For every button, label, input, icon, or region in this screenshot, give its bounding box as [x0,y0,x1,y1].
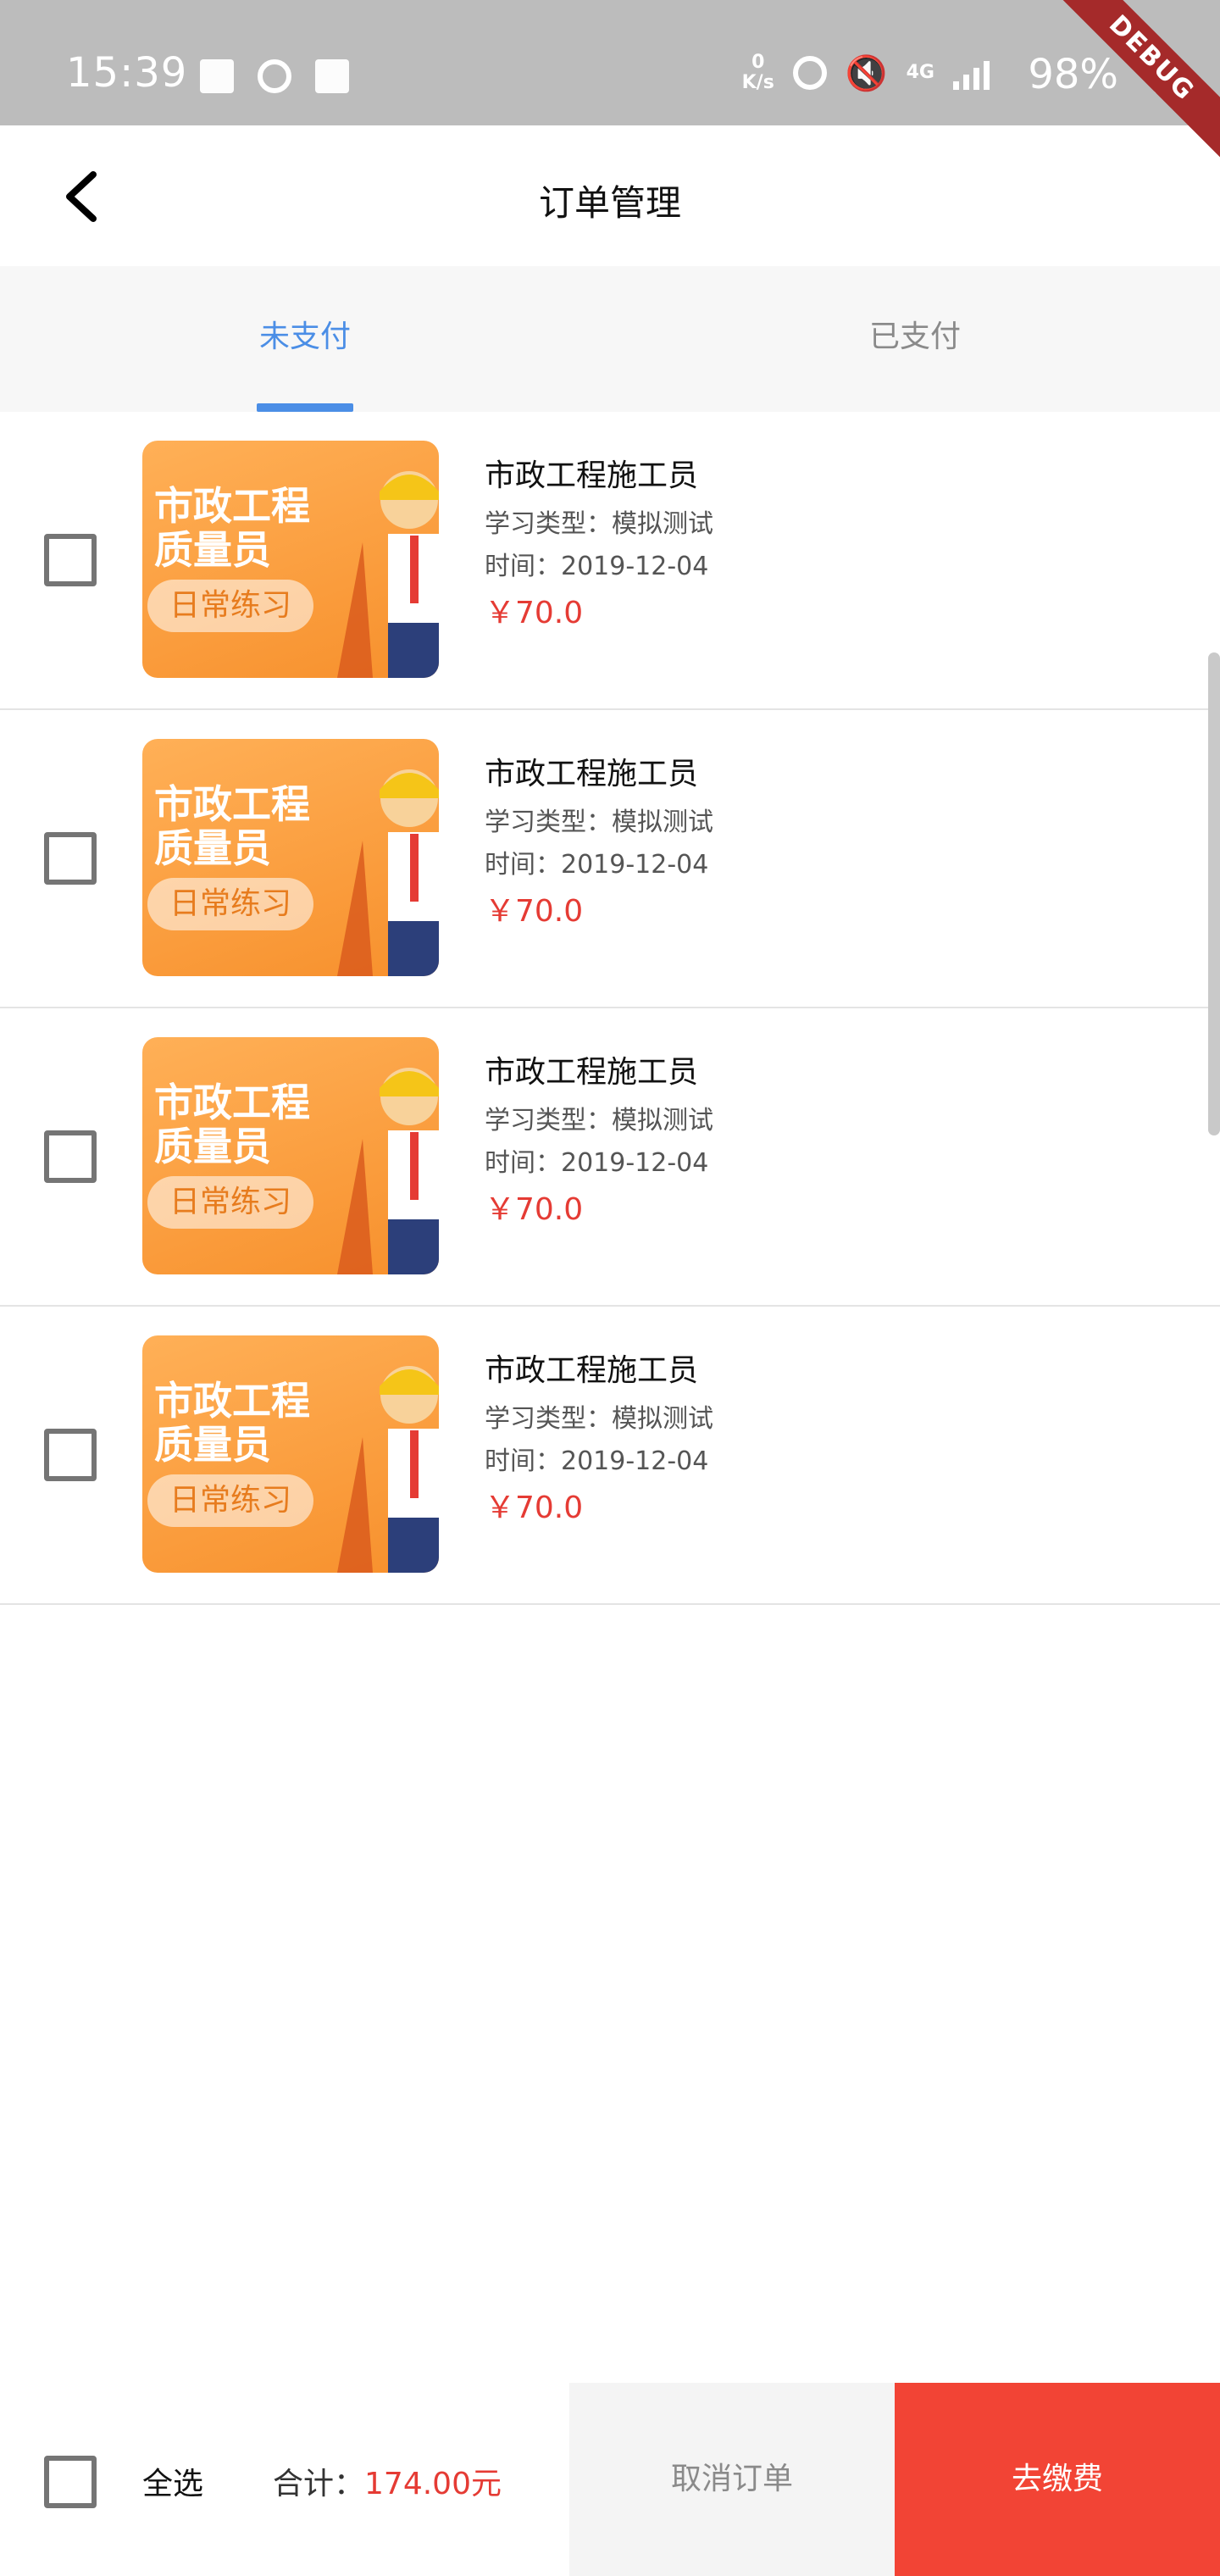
order-price: ￥70.0 [485,1491,584,1525]
course-name: 市政工程施工员 [485,757,699,791]
total-label: 合计： [273,2467,365,2501]
select-all-label[interactable]: 全选 [142,2459,203,2503]
order-checkbox[interactable] [44,1429,97,1481]
tab-unpaid[interactable]: 未支付 [0,266,610,412]
status-notification-icons [200,59,349,93]
app-bar: 订单管理 [0,125,1220,266]
order-checkbox[interactable] [44,534,97,586]
thumb-tag: 日常练习 [147,1176,313,1229]
study-type: 学习类型：模拟测试 [485,1404,713,1434]
thumb-subtitle: 质量员 [154,1422,271,1468]
network-type: 4G [906,62,934,83]
thumb-tag: 日常练习 [147,878,313,930]
worker-illustration-icon [337,471,439,678]
thumb-title: 市政工程 [154,483,310,529]
course-thumbnail: 市政工程 质量员 日常练习 [142,1335,439,1573]
tab-label: 未支付 [258,319,351,354]
order-list: 市政工程 质量员 日常练习 市政工程施工员 学习类型：模拟测试 时间：2019-… [0,412,1220,1605]
list-item[interactable]: 市政工程 质量员 日常练习 市政工程施工员 学习类型：模拟测试 时间：2019-… [0,412,1220,710]
worker-illustration-icon [337,1366,439,1573]
checkbox-notification-icon [315,59,349,93]
page-title: 订单管理 [538,182,681,224]
bottom-bar: 全选 合计：174.00元 取消订单 去缴费 [0,2383,1220,2576]
order-info: 市政工程施工员 学习类型：模拟测试 时间：2019-12-04 ￥70.0 [485,1046,713,1235]
total-summary: 合计：174.00元 [273,2459,502,2503]
thumb-subtitle: 质量员 [154,1124,271,1169]
order-info: 市政工程施工员 学习类型：模拟测试 时间：2019-12-04 ￥70.0 [485,449,713,639]
thumb-subtitle: 质量员 [154,527,271,573]
tab-label: 已支付 [868,319,961,354]
order-date: 时间：2019-12-04 [485,850,709,880]
status-bar: 15:39 0 K/s 🔇 4G 98% [0,0,1220,125]
app-notification-icon [258,59,291,93]
gallery-icon [200,59,234,93]
order-price: ￥70.0 [485,596,584,630]
select-all-checkbox[interactable] [44,2456,97,2508]
study-type: 学习类型：模拟测试 [485,808,713,837]
total-value: 174.00元 [364,2467,502,2501]
course-thumbnail: 市政工程 质量员 日常练习 [142,441,439,678]
tab-bar: 未支付 已支付 [0,266,1220,412]
cancel-order-button[interactable]: 取消订单 [569,2383,895,2576]
order-date: 时间：2019-12-04 [485,552,709,581]
course-name: 市政工程施工员 [485,458,699,493]
alarm-icon [792,56,827,90]
status-time: 15:39 [66,49,188,97]
order-checkbox[interactable] [44,1130,97,1183]
pay-button[interactable]: 去缴费 [895,2383,1220,2576]
tab-paid[interactable]: 已支付 [610,266,1220,412]
thumb-title: 市政工程 [154,1378,310,1424]
worker-illustration-icon [337,1068,439,1274]
list-item[interactable]: 市政工程 质量员 日常练习 市政工程施工员 学习类型：模拟测试 时间：2019-… [0,710,1220,1008]
study-type: 学习类型：模拟测试 [485,1106,713,1135]
order-checkbox[interactable] [44,832,97,885]
signal-icon [953,56,990,90]
scrollbar[interactable] [1208,652,1220,1135]
course-name: 市政工程施工员 [485,1055,699,1090]
list-item[interactable]: 市政工程 质量员 日常练习 市政工程施工员 学习类型：模拟测试 时间：2019-… [0,1008,1220,1307]
tab-indicator [257,403,353,412]
mute-icon: 🔇 [845,53,888,93]
thumb-tag: 日常练习 [147,580,313,632]
status-system-icons: 0 K/s 🔇 4G [742,53,990,93]
order-info: 市政工程施工员 学习类型：模拟测试 时间：2019-12-04 ￥70.0 [485,1344,713,1534]
thumb-subtitle: 质量员 [154,825,271,871]
order-info: 市政工程施工员 学习类型：模拟测试 时间：2019-12-04 ￥70.0 [485,747,713,937]
course-name: 市政工程施工员 [485,1353,699,1388]
network-speed: 0 K/s [741,52,774,93]
list-item[interactable]: 市政工程 质量员 日常练习 市政工程施工员 学习类型：模拟测试 时间：2019-… [0,1307,1220,1605]
order-date: 时间：2019-12-04 [485,1148,709,1178]
thumb-title: 市政工程 [154,781,310,827]
course-thumbnail: 市政工程 质量员 日常练习 [142,1037,439,1274]
thumb-tag: 日常练习 [147,1474,313,1527]
battery-percent: 98% [1028,51,1118,98]
order-date: 时间：2019-12-04 [485,1446,709,1476]
study-type: 学习类型：模拟测试 [485,509,713,539]
worker-illustration-icon [337,769,439,976]
order-price: ￥70.0 [485,894,584,929]
thumb-title: 市政工程 [154,1080,310,1125]
course-thumbnail: 市政工程 质量员 日常练习 [142,739,439,976]
order-price: ￥70.0 [485,1192,584,1227]
